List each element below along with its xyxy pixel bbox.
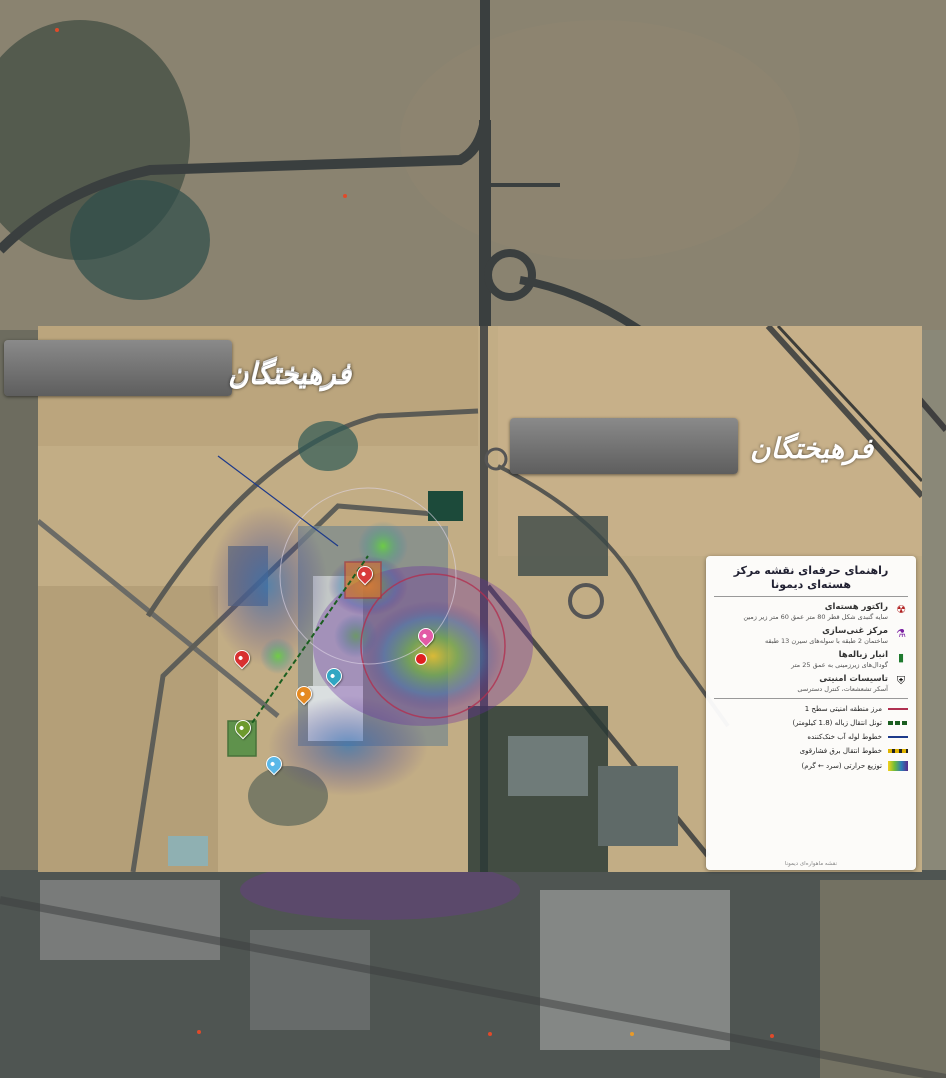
line-swatch xyxy=(888,736,908,738)
legend-item-title: مرکز غنی‌سازی xyxy=(822,626,888,636)
legend-line-power: خطوط انتقال برق فشارقوی xyxy=(714,747,908,755)
legend-item-desc: سایه گنبدی شکل قطر 80 متر عمق 60 متر زیر… xyxy=(743,613,888,621)
legend-divider xyxy=(714,698,908,699)
marker-dot xyxy=(488,1032,492,1036)
legend-item-desc: ساختمان 2 طبقه با سوله‌های سیرن 13 طبقه xyxy=(765,637,888,645)
legend-line-label: خطوط انتقال برق فشارقوی xyxy=(799,747,882,755)
legend-item-security: ⛨ تاسیسات امنیتی آسکر تشعشعات، کنترل دست… xyxy=(714,674,908,693)
marker-dot xyxy=(197,1030,201,1034)
marker-dot xyxy=(630,1032,634,1036)
legend-item-title: انبار زباله‌ها xyxy=(838,650,888,660)
storage-icon: ▮ xyxy=(897,650,905,664)
legend-item-desc: گودال‌های زیرزمینی به عمق 25 متر xyxy=(791,661,888,669)
watermark-text: فرهیختگان xyxy=(228,358,352,391)
marker-dot xyxy=(343,194,347,198)
watermark-text: فرهیختگان xyxy=(750,432,874,465)
legend-item-title: تاسیسات امنیتی xyxy=(819,674,888,684)
marker-dot xyxy=(770,1034,774,1038)
legend-item-title: راکتور هسته‌ای xyxy=(824,602,888,612)
line-swatch xyxy=(888,721,908,725)
radiation-icon: ☢ xyxy=(896,602,906,616)
redacted-label-box xyxy=(510,418,738,474)
line-swatch xyxy=(888,749,908,753)
heat-gradient-swatch xyxy=(888,761,908,771)
legend-item-enrichment: ⚗ مرکز غنی‌سازی ساختمان 2 طبقه با سوله‌ه… xyxy=(714,626,908,645)
legend-line-label: خطوط لوله آب خنک‌کننده xyxy=(807,733,882,741)
redacted-label-box xyxy=(4,340,232,396)
legend-line-heat: توزیع حرارتی (سرد ← گرم) xyxy=(714,761,908,771)
flask-icon: ⚗ xyxy=(896,626,906,640)
legend-line-water: خطوط لوله آب خنک‌کننده xyxy=(714,733,908,741)
legend-divider xyxy=(714,596,908,597)
marker-dot xyxy=(55,28,59,32)
map-legend: راهنمای حرفه‌ای نقشه مرکز هسته‌ای دیمونا… xyxy=(706,556,916,870)
legend-line-tunnel: تونل انتقال زباله (1.8 کیلومتر) xyxy=(714,719,908,727)
line-swatch xyxy=(888,708,908,710)
legend-line-security-boundary: مرز منطقه امنیتی سطح 1 xyxy=(714,705,908,713)
legend-line-label: تونل انتقال زباله (1.8 کیلومتر) xyxy=(792,719,882,727)
legend-line-label: مرز منطقه امنیتی سطح 1 xyxy=(804,705,882,713)
legend-item-waste: ▮ انبار زباله‌ها گودال‌های زیرزمینی به ع… xyxy=(714,650,908,669)
reactor-core-dot xyxy=(415,653,427,665)
legend-line-label: توزیع حرارتی (سرد ← گرم) xyxy=(801,762,882,770)
shield-icon: ⛨ xyxy=(896,674,906,687)
legend-footer: نقشه ماهواره‌ای دیمونا xyxy=(784,861,838,867)
legend-item-desc: آسکر تشعشعات، کنترل دسترسی xyxy=(797,685,888,693)
legend-title: راهنمای حرفه‌ای نقشه مرکز هسته‌ای دیمونا xyxy=(733,564,889,591)
legend-item-reactor: ☢ راکتور هسته‌ای سایه گنبدی شکل قطر 80 م… xyxy=(714,602,908,621)
